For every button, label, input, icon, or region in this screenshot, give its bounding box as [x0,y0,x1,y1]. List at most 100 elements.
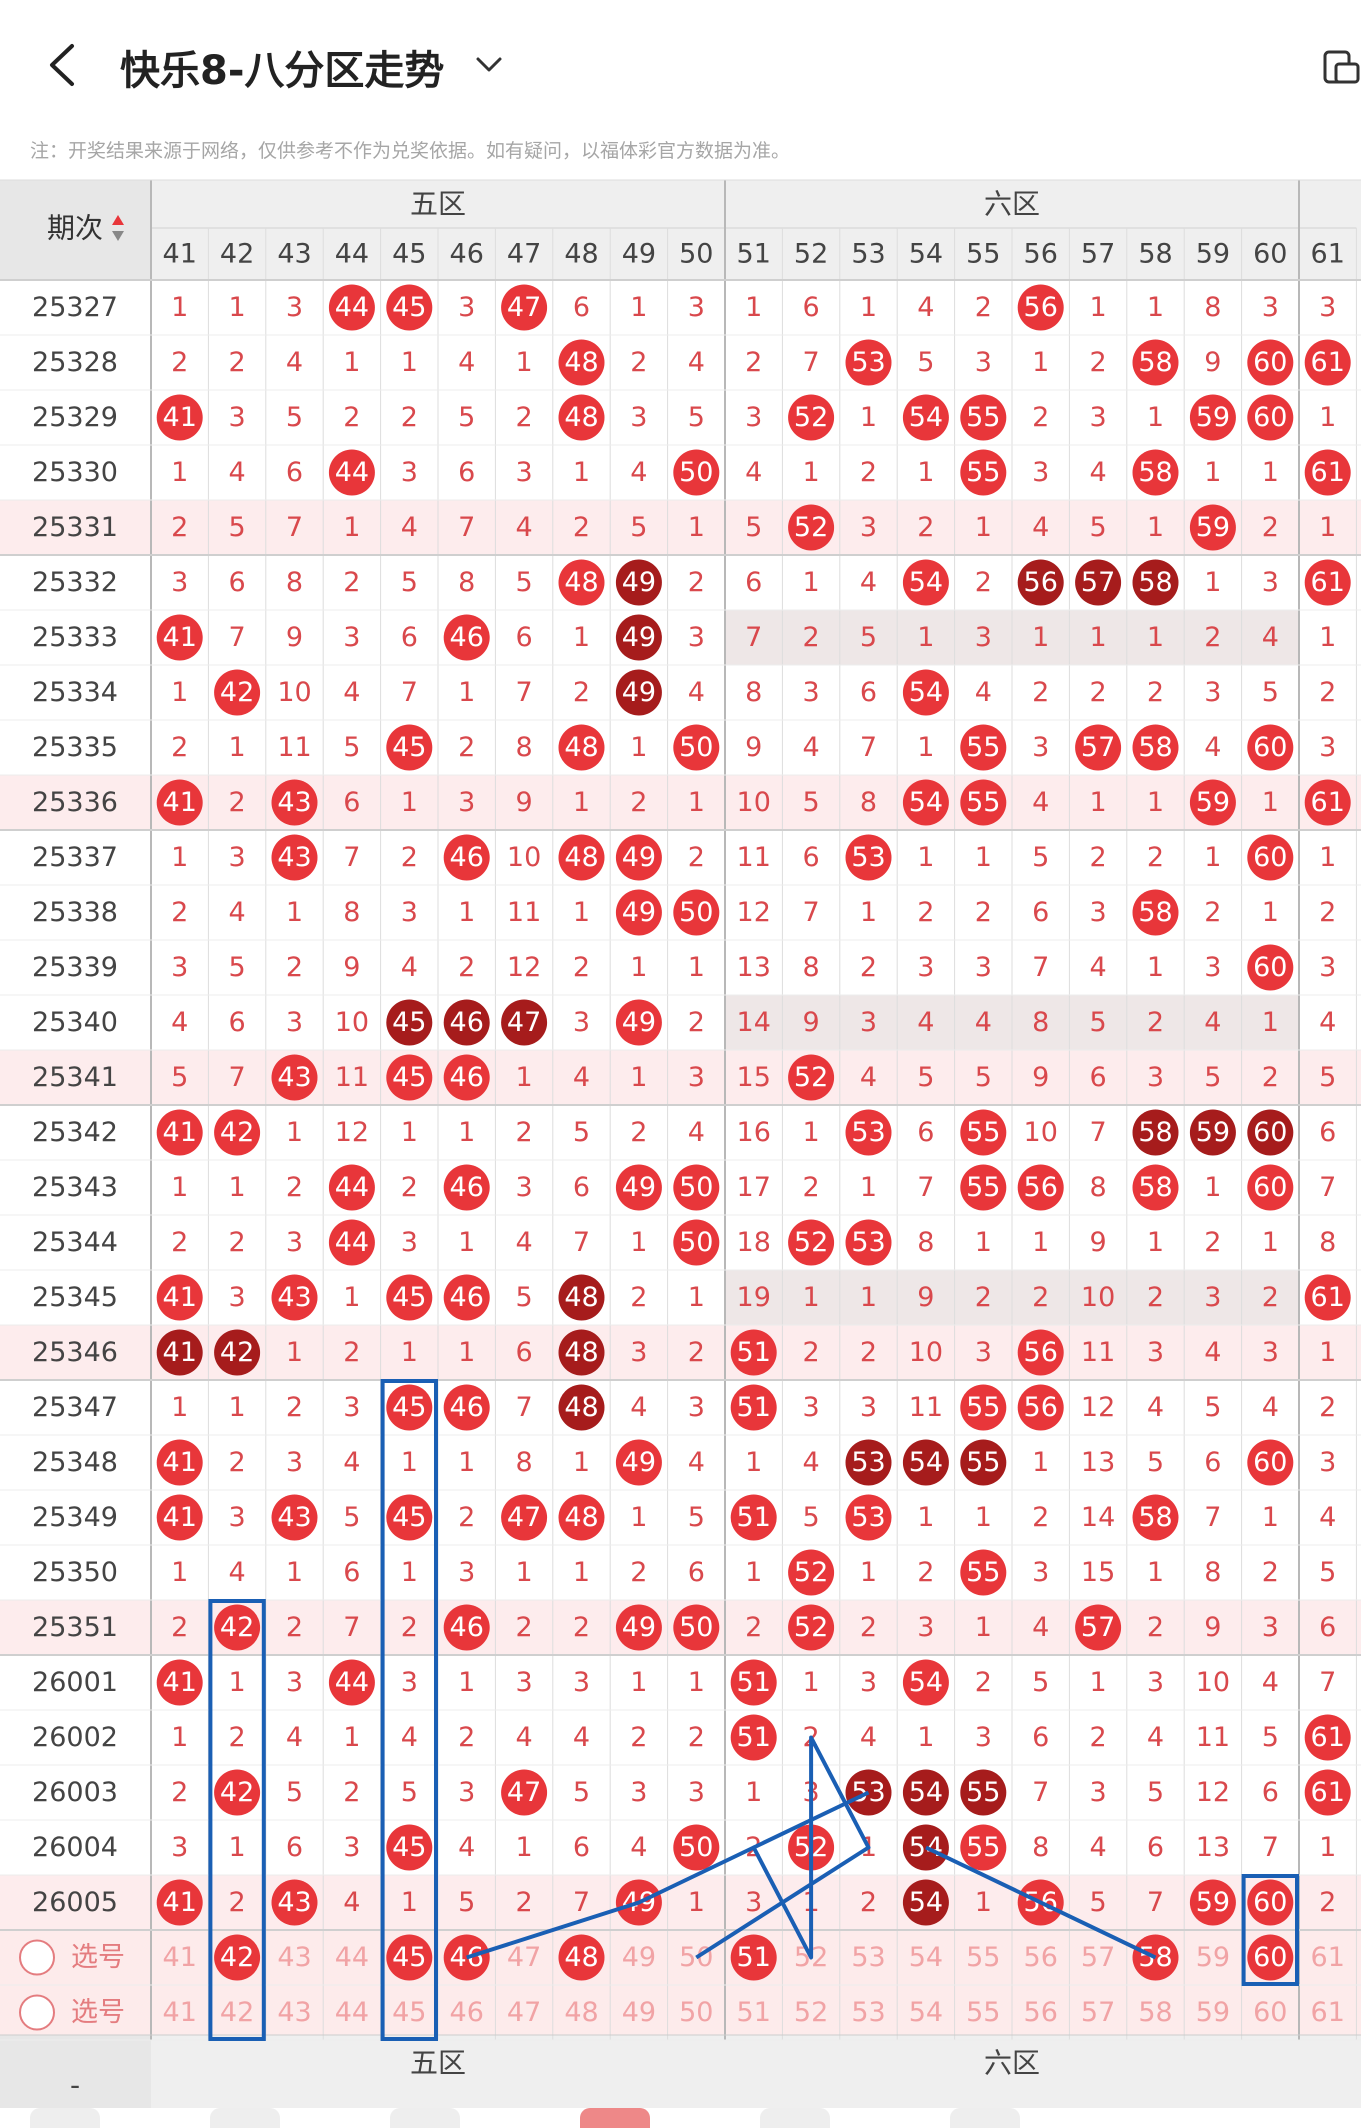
period-cell: 25339 [32,952,118,983]
option-number[interactable]: 60 [1253,1997,1287,2028]
miss-count: 2 [803,1172,820,1203]
miss-count: 13 [737,952,771,983]
ball-number: 49 [622,842,656,873]
miss-count: 3 [343,1832,360,1863]
option-number[interactable]: 54 [909,1997,943,2028]
miss-count: 1 [630,1502,647,1533]
ball-number: 58 [1138,732,1172,763]
option-number[interactable]: 61 [1311,1942,1345,1973]
option-number[interactable]: 43 [277,1997,311,2028]
option-number[interactable]: 57 [1081,1997,1115,2028]
option-number[interactable]: 50 [679,1997,713,2028]
period-cell: 25332 [32,567,118,598]
miss-count: 2 [745,347,762,378]
option-number[interactable]: 55 [966,1997,1000,2028]
ball-number: 61 [1311,787,1345,818]
miss-count: 16 [737,1117,771,1148]
bottom-tab-2[interactable] [210,2108,280,2128]
option-number[interactable]: 56 [1024,1997,1058,2028]
miss-count: 1 [458,1447,475,1478]
miss-count: 8 [1032,1007,1049,1038]
miss-count: 1 [171,677,188,708]
column-number: 50 [679,239,713,270]
ball-number: 41 [163,402,197,433]
miss-count: 8 [860,787,877,818]
miss-count: 6 [286,457,303,488]
miss-count: 5 [516,567,533,598]
ball-number: 53 [851,1502,885,1533]
miss-count: 14 [737,1007,771,1038]
option-number[interactable]: 52 [794,1997,828,2028]
bottom-tab-3[interactable] [390,2108,460,2128]
bottom-tab-5[interactable] [760,2108,830,2128]
miss-count: 2 [860,952,877,983]
miss-count: 1 [286,897,303,928]
option-number[interactable]: 49 [622,1942,656,1973]
option-number[interactable]: 49 [622,1997,656,2028]
option-number[interactable]: 44 [335,1942,369,1973]
option-number[interactable]: 47 [507,1942,541,1973]
option-number[interactable]: 56 [1024,1942,1058,1973]
option-number[interactable]: 41 [163,1997,197,2028]
miss-count: 6 [1319,1612,1336,1643]
option-number[interactable]: 61 [1311,1997,1345,2028]
miss-count: 3 [573,1667,590,1698]
option-number[interactable]: 42 [220,1997,254,2028]
miss-count: 9 [745,732,762,763]
miss-count: 4 [343,1887,360,1918]
ball-number: 48 [564,1337,598,1368]
miss-count: 3 [343,1392,360,1423]
option-number[interactable]: 48 [564,1997,598,2028]
miss-count: 1 [975,1612,992,1643]
miss-count: 1 [803,457,820,488]
miss-count: 1 [745,292,762,323]
miss-count: 4 [401,952,418,983]
bottom-tab-6[interactable] [950,2108,1020,2128]
zone-header: 五区 [410,2047,466,2080]
miss-count: 19 [737,1282,771,1313]
miss-count: 2 [401,1612,418,1643]
ball-number: 52 [794,1612,828,1643]
period-cell: 25346 [32,1337,118,1368]
bottom-tab-1[interactable] [30,2108,100,2128]
option-number[interactable]: 59 [1196,1942,1230,1973]
miss-count: 7 [1319,1667,1336,1698]
miss-count: 3 [1262,567,1279,598]
ball-number: 42 [220,1777,254,1808]
option-number[interactable]: 55 [966,1942,1000,1973]
miss-count: 10 [909,1337,943,1368]
bottom-tab-4[interactable] [580,2108,650,2128]
period-cell: 26001 [32,1667,118,1698]
ball-number: 49 [622,897,656,928]
miss-count: 3 [1147,1337,1164,1368]
option-number[interactable]: 44 [335,1997,369,2028]
miss-count: 2 [286,1392,303,1423]
miss-count: 4 [630,1832,647,1863]
option-number[interactable]: 53 [851,1997,885,2028]
option-number[interactable]: 46 [450,1997,484,2028]
option-number[interactable]: 54 [909,1942,943,1973]
select-radio[interactable] [19,1939,55,1976]
option-number[interactable]: 58 [1138,1997,1172,2028]
period-cell: 25328 [32,347,118,378]
option-number[interactable]: 51 [737,1997,771,2028]
select-radio[interactable] [19,1994,55,2031]
ball-number: 54 [909,1447,943,1478]
miss-count: 4 [1147,1392,1164,1423]
option-number[interactable]: 53 [851,1942,885,1973]
option-number[interactable]: 57 [1081,1942,1115,1973]
period-cell: 25348 [32,1447,118,1478]
option-number[interactable]: 43 [277,1942,311,1973]
option-number[interactable]: 41 [163,1942,197,1973]
option-number[interactable]: 59 [1196,1997,1230,2028]
option-number[interactable]: 45 [392,1997,426,2028]
ball-number: 46 [450,622,484,653]
option-number[interactable]: 47 [507,1997,541,2028]
miss-count: 14 [1081,1502,1115,1533]
miss-count: 1 [630,1227,647,1258]
ball-number: 55 [966,1557,1000,1588]
miss-count: 2 [688,1722,705,1753]
miss-count: 3 [516,1172,533,1203]
ball-number: 48 [564,1502,598,1533]
ball-number: 41 [163,622,197,653]
